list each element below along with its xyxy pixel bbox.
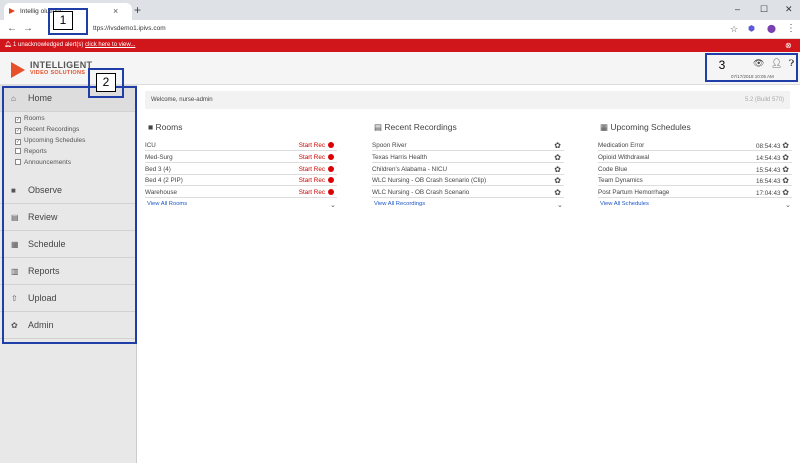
room-name: Med-Surg [145,153,173,161]
alert-bar: 🔔︎ 1 unacknowledged alert(s) click here … [0,39,800,52]
schedule-time: 17:04:43 [756,190,781,198]
logo-text: INTELLIGENT [30,60,93,70]
logo-icon [11,62,25,78]
schedule-name: Opioid Withdrawal [598,153,650,161]
schedule-name: Medication Error [598,142,645,149]
record-dot-icon [328,189,334,196]
room-row[interactable]: Med-Surg Start Rec [145,153,337,163]
gear-icon[interactable]: ✿ [554,188,561,198]
recording-name: Spoon River [372,142,407,149]
schedule-row[interactable]: Code Blue 15:54:43 ✿ [598,165,792,175]
start-rec-button[interactable]: Start Rec [299,177,325,184]
extension-icon[interactable]: ⬢ [748,22,755,36]
start-rec-button[interactable]: Start Rec [299,189,325,196]
schedule-row[interactable]: Post Partum Hemorrhage 17:04:43 ✿ [598,188,792,199]
favicon-icon [9,8,15,14]
tab-close-icon[interactable]: × [113,3,118,20]
gear-icon[interactable]: ✿ [554,165,561,175]
chevron-down-icon[interactable]: ⌄ [330,201,336,209]
gear-icon[interactable]: ✿ [782,153,789,162]
recording-name: Texas Harris Health [372,153,427,161]
recording-name: WLC Nursing - OB Crash Scenario (Clip) [372,177,487,185]
recording-name: WLC Nursing - OB Crash Scenario [372,189,470,197]
gear-icon[interactable]: ✿ [782,141,789,150]
recording-row[interactable]: Texas Harris Health ✿ [372,153,564,163]
schedule-time: 16:54:43 [756,178,781,186]
schedule-row[interactable]: Opioid Withdrawal 14:54:43 ✿ [598,153,792,163]
close-window-button[interactable]: ✕ [785,2,793,16]
callout-number-2: 2 [96,73,116,92]
back-icon[interactable]: ← [7,22,17,36]
bell-icon: 🔔︎ [4,42,12,48]
forward-icon[interactable]: → [23,22,33,36]
callout-box-2 [2,86,137,344]
room-row[interactable]: ICU Start Rec [145,141,337,151]
room-name: Warehouse [145,189,177,197]
room-name: ICU [145,142,156,149]
star-icon[interactable]: ☆ [730,22,738,36]
minimize-button[interactable]: – [735,2,740,16]
logo-subtext: VIDEO SOLUTIONS [30,70,86,76]
gear-icon[interactable]: ✿ [554,153,561,163]
view-all-rooms-link[interactable]: View All Rooms [147,201,187,207]
record-dot-icon [328,165,334,172]
recording-row[interactable]: Children's Alabama - NICU ✿ [372,165,564,175]
recording-row[interactable]: WLC Nursing - OB Crash Scenario (Clip) ✿ [372,176,564,187]
recording-row[interactable]: WLC Nursing - OB Crash Scenario ✿ [372,188,564,199]
schedule-time: 14:54:43 [756,154,781,162]
schedule-row[interactable]: Team Dynamics 16:54:43 ✿ [598,176,792,187]
callout-number-3: 3 [718,58,726,72]
room-name: Bed 4 (2 PIP) [145,177,183,185]
schedule-name: Team Dynamics [598,177,643,185]
start-rec-button[interactable]: Start Rec [299,154,325,161]
welcome-text: Welcome, nurse-admin [151,97,213,103]
room-name: Bed 3 (4) [145,165,171,173]
view-all-recordings-link[interactable]: View All Recordings [374,201,425,207]
record-dot-icon [328,142,334,148]
recordings-panel-title: ▤ Recent Recordings [374,122,457,132]
schedule-name: Post Partum Hemorrhage [598,189,670,197]
url-field[interactable]: ttps://ivsdemo1.ipivs.com [93,22,166,36]
chevron-down-icon[interactable]: ⌄ [785,201,791,209]
welcome-bar: Welcome, nurse-admin [145,91,790,109]
film-icon: ▤ [374,122,383,132]
alert-link[interactable]: click here to view... [85,42,135,48]
alert-text: 1 unacknowledged alert(s) [13,42,86,48]
rooms-panel-title: ■ Rooms [148,122,183,132]
recording-name: Children's Alabama - NICU [372,165,448,173]
gear-icon[interactable]: ✿ [782,176,789,185]
room-row[interactable]: Bed 3 (4) Start Rec [145,165,337,175]
menu-icon[interactable]: ⋮ [786,22,796,36]
room-row[interactable]: Bed 4 (2 PIP) Start Rec [145,176,337,187]
new-tab-button[interactable]: + [134,2,141,19]
recording-row[interactable]: Spoon River ✿ [372,141,564,151]
start-rec-button[interactable]: Start Rec [299,142,325,149]
gear-icon[interactable]: ✿ [782,165,789,174]
alert-close-icon[interactable]: ⊗ [785,39,792,52]
room-row[interactable]: Warehouse Start Rec [145,188,337,199]
record-dot-icon [328,177,334,184]
schedule-name: Code Blue [598,165,628,173]
camera-icon: ■ [148,122,154,132]
schedule-row[interactable]: Medication Error 08:54:43 ✿ [598,141,792,151]
calendar-icon: ▦ [600,122,609,132]
profile-icon[interactable]: ⬤ [767,22,776,36]
build-version: 5.2 (Build 570) [745,97,785,103]
schedules-panel-title: ▦ Upcoming Schedules [600,122,691,132]
schedule-time: 15:54:43 [756,166,781,174]
chevron-down-icon[interactable]: ⌄ [557,201,563,209]
gear-icon[interactable]: ✿ [554,141,561,151]
callout-number-1: 1 [53,11,73,30]
gear-icon[interactable]: ✿ [554,176,561,186]
start-rec-button[interactable]: Start Rec [299,166,325,173]
schedule-time: 08:54:43 [756,143,781,150]
record-dot-icon [328,153,334,160]
gear-icon[interactable]: ✿ [782,188,789,197]
view-all-schedules-link[interactable]: View All Schedules [600,201,649,207]
maximize-button[interactable]: ☐ [760,2,768,16]
